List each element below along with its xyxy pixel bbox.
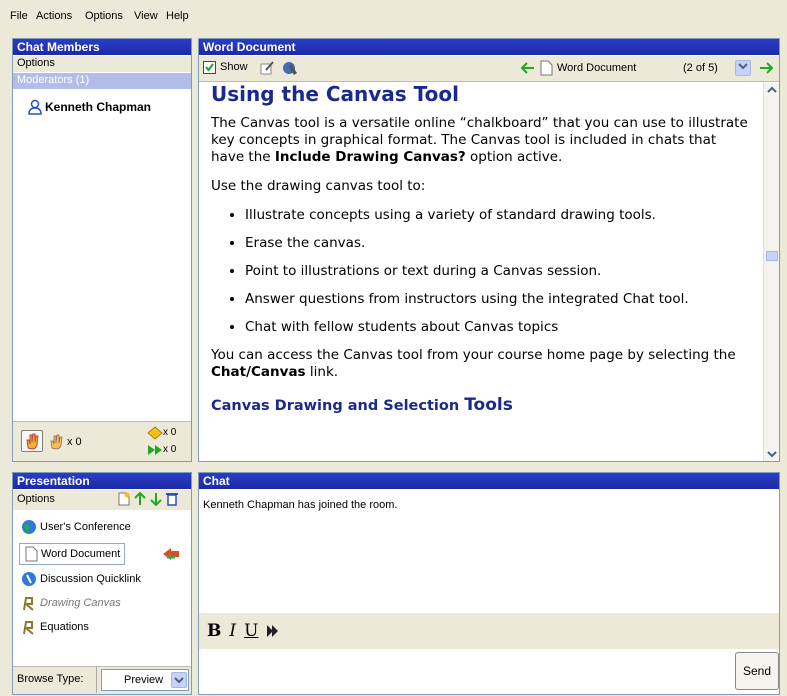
trash-icon[interactable] <box>165 491 179 506</box>
document-heading: Using the Canvas Tool <box>211 83 459 106</box>
presentation-options-menu[interactable]: Options <box>17 493 55 505</box>
presentation-item-discussion-quicklink[interactable]: Discussion Quicklink <box>21 571 141 587</box>
send-button[interactable]: Send <box>735 652 779 690</box>
presentation-item-word-document[interactable]: Word Document <box>19 543 126 565</box>
moderators-header[interactable]: Moderators (1) <box>13 73 191 89</box>
previous-arrow-icon[interactable] <box>519 61 535 75</box>
word-document-title: Word Document <box>199 39 779 55</box>
fast-forward-icon <box>148 445 162 455</box>
list-item: Chat with fellow students about Canvas t… <box>245 319 751 336</box>
more-options-icon[interactable] <box>266 624 280 638</box>
browse-type-dropdown[interactable] <box>171 672 187 688</box>
italic-button[interactable]: I <box>229 621 236 641</box>
list-item: Answer questions from instructors using … <box>245 291 751 308</box>
menu-view[interactable]: View <box>134 10 158 22</box>
hand-icon <box>26 433 39 450</box>
scroll-down-icon[interactable] <box>766 449 778 459</box>
menu-file[interactable]: File <box>10 10 28 22</box>
equation-icon <box>23 621 34 635</box>
move-up-icon[interactable] <box>133 492 147 506</box>
hand-down-icon <box>50 434 63 450</box>
member-row[interactable]: Kenneth Chapman <box>27 99 151 115</box>
chat-message: Kenneth Chapman has joined the room. <box>203 499 398 511</box>
document-scrollbar[interactable] <box>763 83 779 461</box>
presentation-item-equations[interactable]: Equations <box>21 619 89 635</box>
move-down-icon[interactable] <box>149 492 163 506</box>
status-count-2: x 0 <box>163 444 177 455</box>
active-item-indicator-icon <box>163 548 179 560</box>
show-label: Show <box>220 61 248 73</box>
menu-actions[interactable]: Actions <box>36 10 72 22</box>
presentation-item-users-conference[interactable]: User's Conference <box>21 519 131 535</box>
chat-members-panel: Chat Members Options Moderators (1) Kenn… <box>12 38 192 462</box>
intro-paragraph: The Canvas tool is a versatile online “c… <box>211 115 748 165</box>
document-toolbar: Show Word Document (2 of 5) <box>199 56 779 82</box>
document-subheading: Canvas Drawing and Selection Tools <box>211 395 513 415</box>
menu-bar: File Actions Options View Help <box>0 0 787 34</box>
link-icon <box>22 572 36 586</box>
menu-help[interactable]: Help <box>166 10 189 22</box>
chat-title: Chat <box>199 473 779 489</box>
presentation-options-row: Options <box>13 490 191 510</box>
raise-hand-button[interactable] <box>21 430 43 452</box>
page-indicator: (2 of 5) <box>683 62 718 74</box>
menu-options[interactable]: Options <box>85 10 123 22</box>
document-icon <box>540 60 553 76</box>
member-name: Kenneth Chapman <box>45 100 152 114</box>
members-options-menu[interactable]: Options <box>13 56 191 72</box>
bold-button[interactable]: B <box>207 621 221 641</box>
presentation-title: Presentation <box>13 473 191 489</box>
feature-list: Illustrate concepts using a variety of s… <box>245 207 751 336</box>
presentation-panel: Presentation Options User's Conference W… <box>12 472 192 695</box>
chat-format-toolbar: B I U <box>199 613 779 649</box>
browse-type-value: Preview <box>124 674 164 686</box>
list-item: Point to illustrations or text during a … <box>245 263 751 280</box>
user-icon <box>28 99 42 115</box>
presentation-item-drawing-canvas[interactable]: Drawing Canvas <box>21 595 121 611</box>
document-selector[interactable]: Word Document <box>557 62 636 74</box>
chat-panel: Chat Kenneth Chapman has joined the room… <box>198 472 780 695</box>
document-content: Using the Canvas Tool The Canvas tool is… <box>199 83 763 461</box>
chevron-down-icon <box>738 63 748 70</box>
chat-members-title: Chat Members <box>13 39 191 55</box>
list-item: Erase the canvas. <box>245 235 751 252</box>
next-arrow-icon[interactable] <box>759 61 775 75</box>
hand-count: x 0 <box>67 436 82 448</box>
warning-icon <box>147 426 163 440</box>
use-line: Use the drawing canvas tool to: <box>211 178 426 194</box>
underline-button[interactable]: U <box>244 621 258 641</box>
check-icon <box>205 63 214 72</box>
scroll-thumb[interactable] <box>766 251 778 261</box>
word-document-panel: Word Document Show Word Document (2 of 5… <box>198 38 780 462</box>
access-paragraph: You can access the Canvas tool from your… <box>211 347 736 380</box>
browse-type-label: Browse Type: <box>13 667 97 693</box>
browse-type-row: Browse Type: Preview <box>13 666 191 694</box>
document-dropdown[interactable] <box>735 60 751 76</box>
edit-icon[interactable] <box>259 60 275 76</box>
chevron-down-icon <box>174 677 184 684</box>
chat-input[interactable] <box>199 650 731 694</box>
globe-icon <box>22 520 36 534</box>
members-footer: x 0 x 0 x 0 <box>13 421 191 461</box>
scroll-up-icon[interactable] <box>766 85 778 95</box>
show-checkbox[interactable] <box>203 61 216 74</box>
new-item-icon[interactable] <box>117 492 131 506</box>
web-tools-icon[interactable] <box>281 59 299 77</box>
status-count-1: x 0 <box>163 427 177 438</box>
document-icon <box>25 546 38 562</box>
list-item: Illustrate concepts using a variety of s… <box>245 207 751 224</box>
canvas-icon <box>23 597 34 611</box>
browse-type-select[interactable]: Preview <box>101 669 189 691</box>
